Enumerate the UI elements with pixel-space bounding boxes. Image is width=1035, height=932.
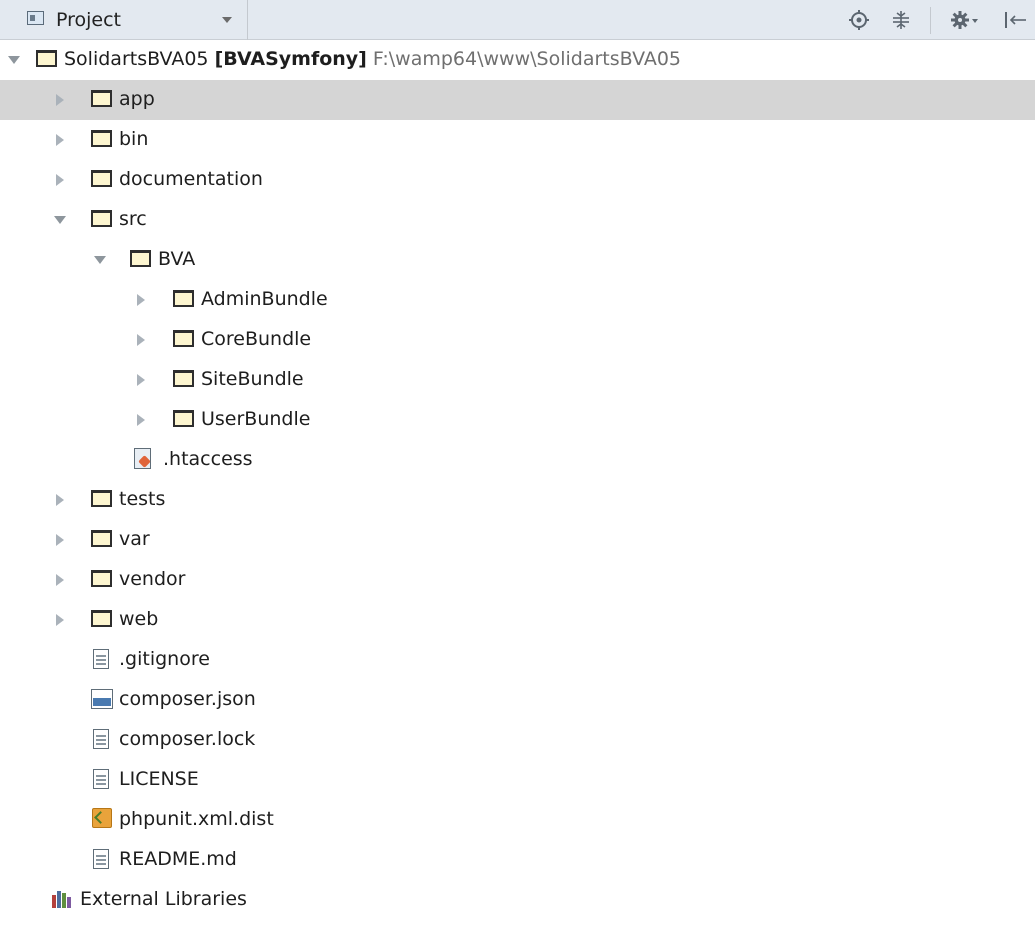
tree-item-adminbundle[interactable]: AdminBundle bbox=[0, 280, 1035, 320]
tree-item-label: AdminBundle bbox=[201, 288, 328, 310]
tree-item-label: SiteBundle bbox=[201, 368, 304, 390]
text-file-icon bbox=[93, 769, 109, 789]
hide-icon[interactable] bbox=[1002, 9, 1032, 31]
folder-icon bbox=[173, 330, 194, 347]
tree-item-label: phpunit.xml.dist bbox=[119, 808, 274, 830]
folder-icon bbox=[91, 130, 112, 147]
libraries-icon bbox=[52, 891, 74, 908]
tree-item-external-libraries[interactable]: External Libraries bbox=[0, 880, 1035, 920]
tree-item-label: README.md bbox=[119, 848, 237, 870]
xml-file-icon bbox=[92, 808, 112, 828]
expand-arrow-icon[interactable] bbox=[137, 334, 145, 346]
folder-icon bbox=[91, 490, 112, 507]
tree-item-label: .gitignore bbox=[119, 648, 210, 670]
dropdown-arrow-icon bbox=[222, 17, 232, 23]
folder-icon bbox=[173, 290, 194, 307]
tree-item-userbundle[interactable]: UserBundle bbox=[0, 400, 1035, 440]
locate-icon[interactable] bbox=[848, 9, 870, 31]
tree-item-label: CoreBundle bbox=[201, 328, 312, 350]
tree-item-label: .htaccess bbox=[163, 448, 253, 470]
tree-item-bin[interactable]: bin bbox=[0, 120, 1035, 160]
tree-item-src[interactable]: src bbox=[0, 200, 1035, 240]
folder-icon bbox=[91, 570, 112, 587]
expand-arrow-icon[interactable] bbox=[56, 174, 64, 186]
tree-root-row[interactable]: SolidartsBVA05 [BVASymfony] F:\wamp64\ww… bbox=[0, 40, 1035, 80]
folder-icon bbox=[91, 610, 112, 627]
tree-item-label: src bbox=[119, 208, 147, 230]
json-file-icon bbox=[91, 689, 113, 709]
tree-item-documentation[interactable]: documentation bbox=[0, 160, 1035, 200]
tree-item-license[interactable]: LICENSE bbox=[0, 760, 1035, 800]
tree-item-sitebundle[interactable]: SiteBundle bbox=[0, 360, 1035, 400]
tree-item-bva[interactable]: BVA bbox=[0, 240, 1035, 280]
tree-item-label: External Libraries bbox=[80, 888, 247, 910]
text-file-icon bbox=[93, 649, 109, 669]
tree-item-label: web bbox=[119, 608, 159, 630]
expand-arrow-icon[interactable] bbox=[137, 294, 145, 306]
tree-item-vendor[interactable]: vendor bbox=[0, 560, 1035, 600]
settings-icon[interactable] bbox=[950, 9, 980, 31]
folder-icon bbox=[91, 530, 112, 547]
expand-arrow-icon[interactable] bbox=[94, 256, 106, 264]
expand-arrow-icon[interactable] bbox=[56, 574, 64, 586]
project-tree: SolidartsBVA05 [BVASymfony] F:\wamp64\ww… bbox=[0, 40, 1035, 920]
tree-item-label: BVA bbox=[158, 248, 196, 270]
root-path: F:\wamp64\www\SolidartsBVA05 bbox=[372, 48, 682, 70]
tree-item-label: vendor bbox=[119, 568, 186, 590]
folder-icon bbox=[36, 50, 57, 67]
project-view-label: Project bbox=[56, 9, 122, 31]
toolbar-separator bbox=[930, 7, 931, 34]
expand-arrow-icon[interactable] bbox=[56, 134, 64, 146]
collapse-all-icon[interactable] bbox=[890, 9, 912, 31]
folder-icon bbox=[91, 90, 112, 107]
tree-item-label: bin bbox=[119, 128, 149, 150]
expand-arrow-icon[interactable] bbox=[56, 494, 64, 506]
tree-item-label: UserBundle bbox=[201, 408, 311, 430]
text-file-icon bbox=[93, 729, 109, 749]
folder-icon bbox=[130, 250, 151, 267]
tree-item-composer-json[interactable]: composer.json bbox=[0, 680, 1035, 720]
project-tool-window-header: Project bbox=[0, 0, 1035, 40]
expand-arrow-icon[interactable] bbox=[137, 414, 145, 426]
tree-item-label: composer.lock bbox=[119, 728, 256, 750]
tree-item-web[interactable]: web bbox=[0, 600, 1035, 640]
folder-icon bbox=[173, 370, 194, 387]
folder-icon bbox=[173, 410, 194, 427]
project-view-selector[interactable]: Project bbox=[0, 0, 248, 40]
tree-item-label: tests bbox=[119, 488, 166, 510]
tree-item-label: LICENSE bbox=[119, 768, 199, 790]
expand-arrow-icon[interactable] bbox=[56, 94, 64, 106]
tree-item-app[interactable]: app bbox=[0, 80, 1035, 120]
expand-arrow-icon[interactable] bbox=[137, 374, 145, 386]
expand-arrow-icon[interactable] bbox=[56, 534, 64, 546]
tree-item-gitignore[interactable]: .gitignore bbox=[0, 640, 1035, 680]
expand-arrow-icon[interactable] bbox=[56, 614, 64, 626]
tree-item-label: composer.json bbox=[119, 688, 256, 710]
folder-icon bbox=[91, 170, 112, 187]
folder-icon bbox=[91, 210, 112, 227]
expand-arrow-icon[interactable] bbox=[54, 216, 66, 224]
expand-arrow-icon[interactable] bbox=[8, 56, 20, 64]
htaccess-file-icon bbox=[134, 448, 151, 469]
tree-item-var[interactable]: var bbox=[0, 520, 1035, 560]
tree-item-phpunit-xml-dist[interactable]: phpunit.xml.dist bbox=[0, 800, 1035, 840]
tree-item-readme-md[interactable]: README.md bbox=[0, 840, 1035, 880]
tree-item-htaccess[interactable]: .htaccess bbox=[0, 440, 1035, 480]
root-module-name: [BVASymfony] bbox=[214, 48, 367, 70]
tree-item-corebundle[interactable]: CoreBundle bbox=[0, 320, 1035, 360]
project-view-icon bbox=[27, 11, 44, 25]
tree-item-label: app bbox=[119, 88, 155, 110]
tree-item-label: documentation bbox=[119, 168, 263, 190]
text-file-icon bbox=[93, 849, 109, 869]
root-name: SolidartsBVA05 bbox=[64, 48, 209, 70]
tree-item-tests[interactable]: tests bbox=[0, 480, 1035, 520]
tree-item-label: var bbox=[119, 528, 150, 550]
root-label: SolidartsBVA05 [BVASymfony] F:\wamp64\ww… bbox=[64, 48, 681, 70]
tree-item-composer-lock[interactable]: composer.lock bbox=[0, 720, 1035, 760]
